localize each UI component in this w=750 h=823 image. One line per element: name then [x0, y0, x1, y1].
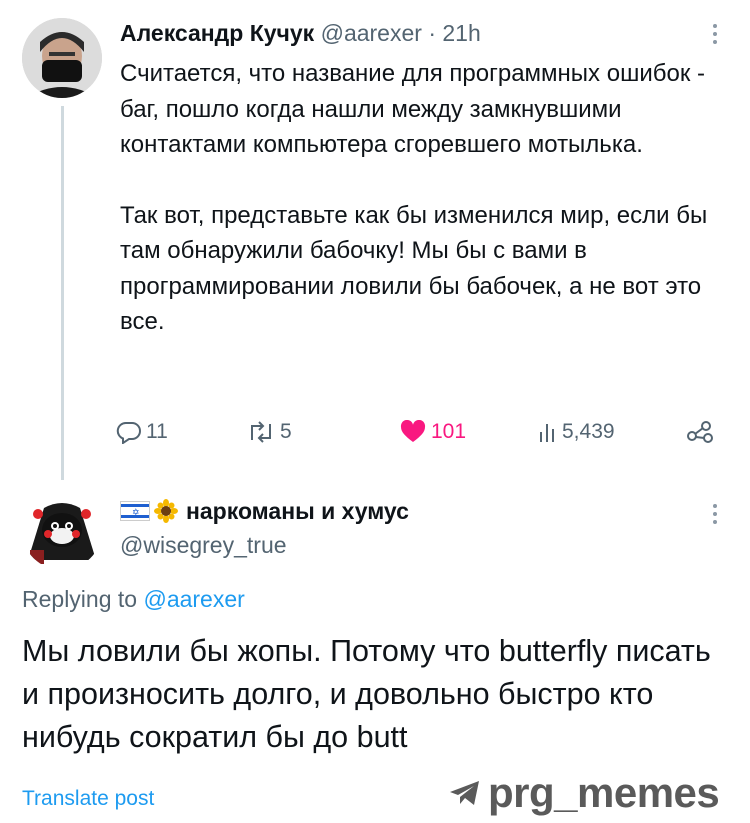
telegram-icon [450, 781, 479, 805]
watermark-text: prg_memes [488, 769, 720, 816]
author-name[interactable]: наркоманы и хумус [186, 496, 409, 526]
timestamp[interactable]: 21h [442, 20, 480, 46]
replying-prefix: Replying to [22, 586, 138, 612]
tweet-paragraph: Так вот, представьте как бы изменился ми… [120, 201, 708, 336]
action-bar: 11 5 101 5,439 [116, 414, 716, 450]
share-icon [687, 421, 713, 443]
separator: · [428, 20, 436, 46]
more-icon[interactable] [712, 502, 718, 526]
repost-count: 5 [280, 420, 292, 443]
heart-icon [400, 420, 426, 442]
watermark: prg_memes [448, 769, 720, 816]
tweet-header: Александр Кучук @aarexer · 21h [120, 18, 481, 48]
reply-button[interactable]: 11 [116, 414, 168, 450]
author-name-row[interactable]: ✡ наркоманы и хумус [120, 496, 409, 526]
tweet-text: Считается, что название для программных … [120, 56, 720, 340]
replying-to-handle[interactable]: @aarexer [143, 586, 244, 612]
share-button[interactable] [686, 414, 714, 450]
more-icon[interactable] [712, 22, 718, 46]
views-icon [540, 424, 554, 442]
reply-tweet[interactable]: ✡ наркоманы и хумус @wisegrey_true Reply… [0, 480, 750, 823]
avatar[interactable] [22, 18, 102, 98]
views-button[interactable]: 5,439 [538, 414, 615, 450]
reply-count: 11 [146, 420, 168, 443]
like-button[interactable]: 101 [399, 414, 466, 450]
replying-to: Replying to @aarexer [22, 584, 245, 614]
reply-text: Мы ловили бы жопы. Потому что butterfly … [22, 634, 711, 754]
reply-icon [116, 421, 141, 444]
translate-post-link[interactable]: Translate post [22, 785, 154, 813]
author-handle[interactable]: @aarexer [321, 20, 422, 46]
tweet-paragraph: Считается, что название для программных … [120, 60, 705, 158]
thread-line [61, 106, 64, 480]
avatar[interactable] [22, 490, 102, 570]
like-count: 101 [431, 420, 467, 443]
sunflower-icon [154, 499, 178, 523]
tweet[interactable]: Александр Кучук @aarexer · 21h Считается… [0, 0, 750, 480]
repost-button[interactable]: 5 [246, 414, 292, 450]
repost-icon [251, 421, 271, 443]
author-name[interactable]: Александр Кучук [120, 20, 314, 46]
views-count: 5,439 [562, 420, 615, 443]
author-handle[interactable]: @wisegrey_true [120, 530, 287, 560]
israel-flag-icon: ✡ [120, 501, 150, 521]
